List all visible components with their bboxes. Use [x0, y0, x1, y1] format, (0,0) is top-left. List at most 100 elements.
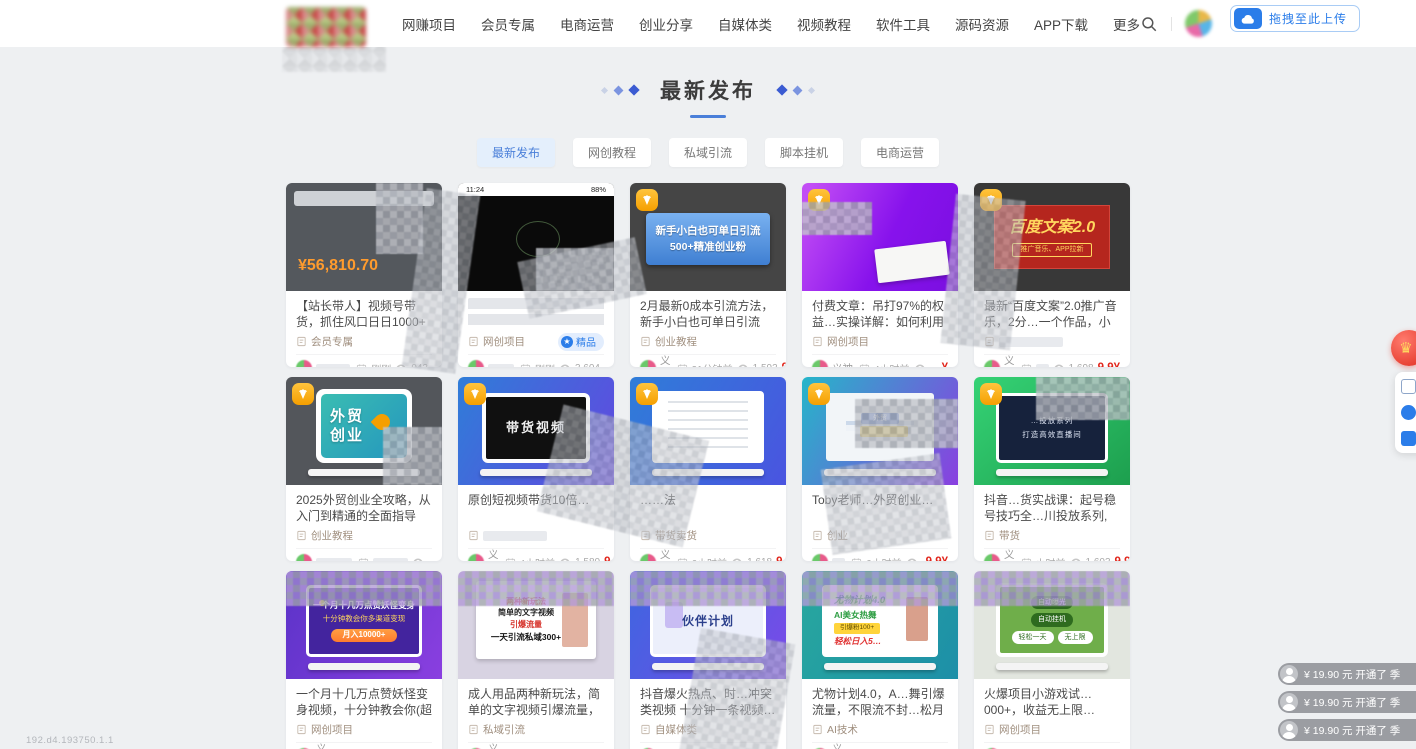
- project-card[interactable]: 自动曝光自动挂机轻松一天无上限 火爆项目小游戏试…000+，收益无上限… 网创项…: [974, 571, 1130, 749]
- project-card[interactable]: 带货视频 原创短视频带货10倍… ★ 义神 4小时: [458, 377, 614, 561]
- card-thumbnail[interactable]: 伙伴计划: [630, 571, 786, 679]
- card-title[interactable]: 尤物计划4.0，A…舞引爆流量，不限流不封…松月入1…: [812, 686, 948, 718]
- category-tab[interactable]: 电商运营: [861, 138, 939, 167]
- project-card[interactable]: 外贸 Toby老师…外贸创业… 创业 ★ 6小时前: [802, 377, 958, 561]
- author-avatar[interactable]: [812, 360, 828, 367]
- author-name[interactable]: 义神: [1004, 547, 1015, 561]
- card-title[interactable]: 抖音…货实战课：起号稳号技巧全…川投放系列, 打造高…: [984, 492, 1120, 524]
- project-card[interactable]: 百度文案2.0推广音乐、APP拉新 最新“百度文案”2.0推广音乐，2分…一个作…: [974, 183, 1130, 367]
- project-card[interactable]: 外贸创业 2025外贸创业全攻略，从入门到精通的全面指导 创业教程 ★: [286, 377, 442, 561]
- card-category[interactable]: AI技术: [827, 722, 858, 737]
- project-card[interactable]: 付费文章：吊打97%的权益…实操详解：如何利用deeps… 网创项目 ★ 义神 …: [802, 183, 958, 367]
- card-thumbnail[interactable]: 自动曝光自动挂机轻松一天无上限: [974, 571, 1130, 679]
- card-category[interactable]: 自媒体类: [655, 722, 697, 737]
- category-tab[interactable]: 私域引流: [669, 138, 747, 167]
- author-name[interactable]: [832, 558, 845, 562]
- card-thumbnail[interactable]: 外贸创业: [286, 377, 442, 485]
- feedback-icon[interactable]: [1401, 431, 1416, 446]
- card-category[interactable]: 带货: [999, 528, 1020, 543]
- project-card[interactable]: ¥56,810.70 【站长带人】视频号带货，抓住风口日日1000+ 会员专属 …: [286, 183, 442, 367]
- vip-float-button[interactable]: ♛: [1391, 330, 1416, 366]
- card-category[interactable]: 会员专属: [311, 334, 353, 349]
- nav-item[interactable]: 电商运营: [560, 14, 614, 34]
- card-thumbnail[interactable]: [802, 183, 958, 291]
- card-category[interactable]: 网创项目: [311, 722, 353, 737]
- card-category[interactable]: 创业教程: [311, 528, 353, 543]
- card-category[interactable]: 网创项目: [827, 334, 869, 349]
- project-card[interactable]: 伙伴计划 抖音爆火热点、时…冲突类视频 十分钟一条视频…创 日 自媒体类 ★ 义…: [630, 571, 786, 749]
- nav-item[interactable]: 视频教程: [797, 14, 851, 34]
- author-name[interactable]: 义神: [660, 353, 671, 367]
- author-avatar[interactable]: [984, 554, 1000, 561]
- card-title[interactable]: [468, 298, 604, 330]
- category-tab[interactable]: 网创教程: [573, 138, 651, 167]
- card-title[interactable]: 2025外贸创业全攻略，从入门到精通的全面指导: [296, 492, 432, 524]
- card-category[interactable]: 私域引流: [483, 722, 525, 737]
- card-thumbnail[interactable]: 一个月十几万点赞妖怪变身十分钟教会你多渠道变现月入10000+: [286, 571, 442, 679]
- card-category[interactable]: 创业: [827, 528, 848, 543]
- document-icon[interactable]: [1401, 379, 1416, 394]
- nav-item[interactable]: APP下载: [1034, 14, 1088, 34]
- project-card[interactable]: ……法 带货卖货 ★ 义神 6小时前: [630, 377, 786, 561]
- author-name[interactable]: 义神: [1004, 353, 1015, 367]
- card-thumbnail[interactable]: 带货视频: [458, 377, 614, 485]
- upload-button[interactable]: 拖拽至此上传: [1230, 5, 1360, 32]
- card-title[interactable]: 付费文章：吊打97%的权益…实操详解：如何利用deeps…: [812, 298, 948, 330]
- author-avatar[interactable]: [296, 360, 312, 367]
- card-title[interactable]: 【站长带人】视频号带货，抓住风口日日1000+: [296, 298, 432, 330]
- nav-item[interactable]: 网赚项目: [402, 14, 456, 34]
- service-icon[interactable]: [1401, 405, 1416, 420]
- user-avatar[interactable]: [1185, 10, 1212, 37]
- project-card[interactable]: …投放系列打造高效直播间 抖音…货实战课：起号稳号技巧全…川投放系列, 打造高……: [974, 377, 1130, 561]
- category-tab[interactable]: 脚本挂机: [765, 138, 843, 167]
- card-title[interactable]: ……法: [640, 492, 776, 524]
- card-title[interactable]: 火爆项目小游戏试…000+，收益无上限…: [984, 686, 1120, 718]
- card-title[interactable]: 2月最新0成本引流方法，新手小白也可单日引流500+精准创业粉: [640, 298, 776, 330]
- card-title[interactable]: 抖音爆火热点、时…冲突类视频 十分钟一条视频…创 日: [640, 686, 776, 718]
- author-name[interactable]: 义神: [832, 361, 853, 368]
- author-name[interactable]: 义神: [832, 741, 843, 749]
- author-name[interactable]: [316, 364, 350, 368]
- author-name[interactable]: 义神: [316, 741, 327, 749]
- card-thumbnail[interactable]: 尤物计划4.0AI美女热舞引爆粉100+轻松日入5…: [802, 571, 958, 679]
- card-thumbnail[interactable]: 外贸: [802, 377, 958, 485]
- author-avatar[interactable]: [812, 554, 828, 561]
- card-category[interactable]: 网创项目: [999, 722, 1041, 737]
- author-name[interactable]: [488, 364, 514, 368]
- card-category[interactable]: 创业教程: [655, 334, 697, 349]
- card-thumbnail[interactable]: …投放系列打造高效直播间: [974, 377, 1130, 485]
- search-icon[interactable]: [1140, 15, 1158, 33]
- card-category[interactable]: 网创项目: [483, 334, 525, 349]
- author-name[interactable]: 义神: [488, 547, 499, 561]
- author-avatar[interactable]: [640, 554, 656, 561]
- author-avatar[interactable]: [468, 554, 484, 561]
- card-thumbnail[interactable]: 11:2488%: [458, 183, 614, 291]
- author-avatar[interactable]: [984, 360, 1000, 367]
- nav-item[interactable]: 软件工具: [876, 14, 930, 34]
- author-avatar[interactable]: [640, 360, 656, 367]
- card-title[interactable]: 一个月十几万点赞妖怪变身视频，十分钟教会你(超详细制作流程)…: [296, 686, 432, 718]
- nav-item[interactable]: 会员专属: [481, 14, 535, 34]
- card-thumbnail[interactable]: 百度文案2.0推广音乐、APP拉新: [974, 183, 1130, 291]
- project-card[interactable]: 11:2488% 网创项目 ★ 精品 刚刚: [458, 183, 614, 367]
- nav-item[interactable]: 创业分享: [639, 14, 693, 34]
- card-category[interactable]: [999, 337, 1063, 347]
- card-title[interactable]: Toby老师…外贸创业…: [812, 492, 948, 524]
- nav-item[interactable]: 更多: [1113, 14, 1140, 34]
- category-tab[interactable]: 最新发布: [477, 138, 555, 167]
- project-card[interactable]: 一个月十几万点赞妖怪变身十分钟教会你多渠道变现月入10000+ 一个月十几万点赞…: [286, 571, 442, 749]
- nav-item[interactable]: 自媒体类: [718, 14, 772, 34]
- card-category[interactable]: [483, 531, 547, 541]
- card-category[interactable]: 带货卖货: [655, 528, 697, 543]
- card-title[interactable]: 最新“百度文案”2.0推广音乐，2分…一个作品，小白轻松上手: [984, 298, 1120, 330]
- project-card[interactable]: 两种新玩法简单的文字视频引爆流量一天引流私域300+ 成人用品两种新玩法，简单的…: [458, 571, 614, 749]
- card-title[interactable]: 成人用品两种新玩法，简单的文字视频引爆流量，一天引流私域30…: [468, 686, 604, 718]
- author-avatar[interactable]: [296, 554, 312, 561]
- site-logo[interactable]: [286, 7, 366, 47]
- author-name[interactable]: 义神: [660, 547, 671, 561]
- card-title[interactable]: 原创短视频带货10倍…: [468, 492, 604, 524]
- author-name[interactable]: [316, 558, 352, 562]
- project-card[interactable]: 尤物计划4.0AI美女热舞引爆粉100+轻松日入5… 尤物计划4.0，A…舞引爆…: [802, 571, 958, 749]
- author-avatar[interactable]: [468, 360, 484, 367]
- nav-item[interactable]: 源码资源: [955, 14, 1009, 34]
